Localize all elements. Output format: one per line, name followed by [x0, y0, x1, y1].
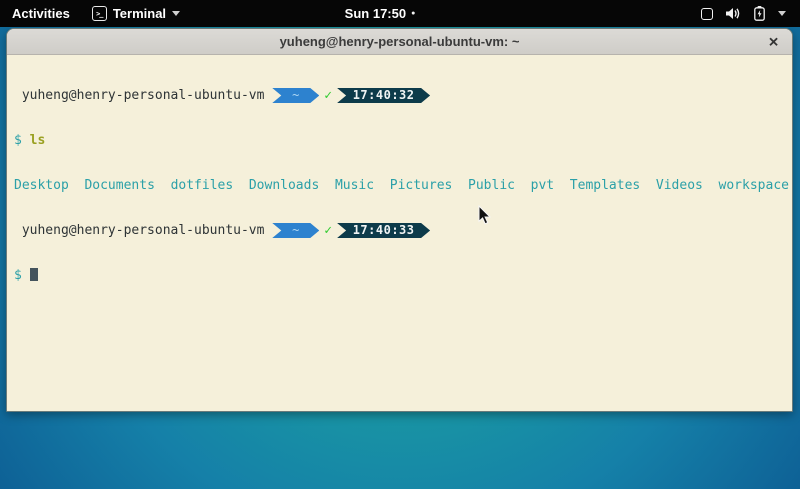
terminal-cursor	[30, 268, 38, 281]
prompt-symbol: $	[14, 133, 22, 148]
chevron-down-icon	[778, 11, 786, 16]
dir-entry: Desktop	[14, 178, 69, 193]
desktop: Activities >_ Terminal Sun 17:50 ●	[0, 0, 800, 489]
prompt-line: yuheng@henry-personal-ubuntu-vm ~ ✓ 17:40:…	[14, 88, 792, 103]
terminal-icon-glyph: >_	[96, 10, 102, 18]
chevron-down-icon	[172, 11, 180, 16]
ls-output-line: Desktop Documents dotfiles Downloads Mus…	[14, 178, 792, 193]
powerline-time-segment: 17:40:33	[337, 223, 430, 238]
dir-entry: Music	[335, 178, 374, 193]
volume-icon	[726, 7, 741, 20]
notification-dot-icon: ●	[411, 0, 415, 27]
system-status-area[interactable]	[701, 0, 786, 27]
clock-button[interactable]: Sun 17:50 ●	[345, 0, 416, 27]
dir-entry: Public	[468, 178, 515, 193]
dir-entry: Templates	[570, 178, 640, 193]
dir-entry: Documents	[84, 178, 154, 193]
command-line: $ ls	[14, 133, 792, 148]
prompt-path: ~	[292, 223, 299, 237]
app-menu-label: Terminal	[113, 6, 166, 21]
powerline-path-segment: ~	[272, 223, 319, 238]
close-icon[interactable]: ✕	[768, 35, 779, 48]
terminal-window: yuheng@henry-personal-ubuntu-vm: ~ ✕ yuh…	[6, 28, 793, 412]
screen-share-icon	[701, 8, 713, 20]
prompt-user: yuheng@henry-personal-ubuntu-vm	[14, 88, 272, 103]
battery-charging-icon	[754, 6, 765, 21]
prompt-path: ~	[292, 88, 299, 102]
powerline-time-segment: 17:40:32	[337, 88, 430, 103]
window-title: yuheng@henry-personal-ubuntu-vm: ~	[280, 34, 520, 49]
top-bar: Activities >_ Terminal Sun 17:50 ●	[0, 0, 800, 27]
dir-entry: Videos	[656, 178, 703, 193]
terminal-content[interactable]: yuheng@henry-personal-ubuntu-vm ~ ✓ 17:40:…	[7, 55, 792, 411]
terminal-icon: >_	[92, 6, 107, 21]
clock-label: Sun 17:50	[345, 6, 406, 21]
dir-entry: Pictures	[390, 178, 453, 193]
window-titlebar[interactable]: yuheng@henry-personal-ubuntu-vm: ~ ✕	[7, 29, 792, 55]
prompt-symbol: $	[14, 268, 22, 283]
dir-entry: Downloads	[249, 178, 319, 193]
app-menu-button[interactable]: >_ Terminal	[82, 0, 190, 27]
powerline-path-segment: ~	[272, 88, 319, 103]
prompt-user: yuheng@henry-personal-ubuntu-vm	[14, 223, 272, 238]
dir-entry: dotfiles	[171, 178, 234, 193]
command-text: ls	[30, 133, 46, 148]
prompt-line: yuheng@henry-personal-ubuntu-vm ~ ✓ 17:40:…	[14, 223, 792, 238]
status-check-icon: ✓	[319, 88, 337, 103]
input-line: $	[14, 268, 792, 283]
status-check-icon: ✓	[319, 223, 337, 238]
dir-entry: pvt	[531, 178, 554, 193]
prompt-time: 17:40:33	[353, 223, 415, 237]
dir-entry: workspace	[719, 178, 789, 193]
prompt-time: 17:40:32	[353, 88, 415, 102]
activities-button[interactable]: Activities	[0, 0, 82, 27]
